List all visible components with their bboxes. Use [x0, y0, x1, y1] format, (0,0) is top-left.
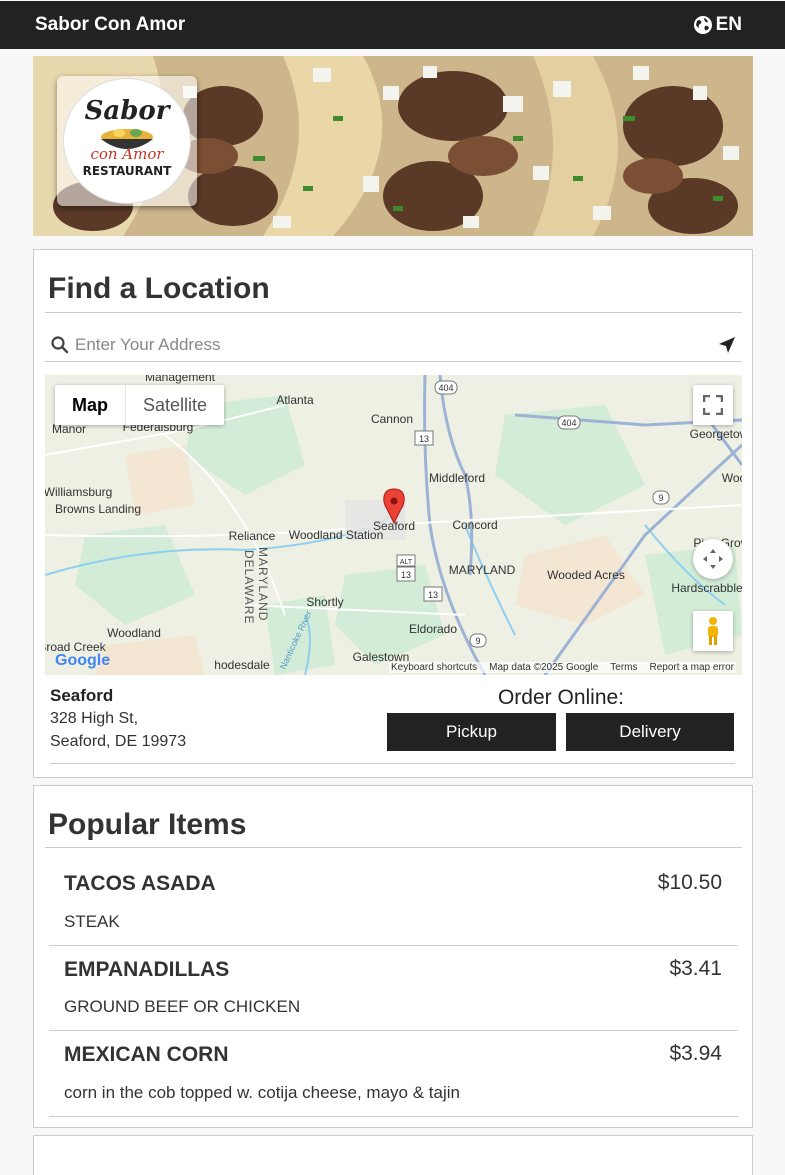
keyboard-shortcuts-link[interactable]: Keyboard shortcuts	[391, 662, 477, 673]
address-line-1: 328 High St,	[50, 710, 139, 727]
divider	[50, 763, 735, 764]
route-shield: 9	[475, 636, 480, 646]
next-card	[33, 1135, 753, 1175]
map-label: Wooded Acres	[547, 568, 625, 582]
map-label: Georgetow	[690, 427, 742, 441]
item-name: EMPANADILLAS	[64, 958, 230, 981]
find-location-title: Find a Location	[48, 272, 270, 305]
fullscreen-icon	[703, 395, 723, 415]
map-label: Browns Landing	[55, 502, 141, 516]
address-search	[45, 328, 742, 362]
address-line-2: Seaford, DE 19973	[50, 733, 187, 750]
top-navbar: Sabor Con Amor EN	[0, 1, 785, 49]
map-label: Eldorado	[409, 622, 457, 636]
map-type-control: Map Satellite	[55, 385, 225, 425]
map-label: MARYLAND	[256, 547, 270, 621]
google-logo[interactable]: Google	[55, 652, 110, 670]
brand-name[interactable]: Sabor Con Amor	[35, 14, 185, 36]
map-label: hodesdale	[214, 658, 270, 672]
divider	[45, 312, 742, 313]
route-shield: 13	[419, 434, 429, 444]
route-shield: 404	[561, 418, 576, 428]
terms-link[interactable]: Terms	[610, 662, 637, 673]
search-icon	[51, 335, 69, 353]
hero-banner: Sabor con Amor RESTAURANT	[33, 56, 753, 236]
map-label: DELAWARE	[242, 550, 256, 624]
map-label: MARYLAND	[449, 563, 516, 577]
route-shield: 13	[428, 590, 438, 600]
logo-emblem: Sabor con Amor RESTAURANT	[83, 96, 173, 178]
camera-control-button[interactable]	[693, 539, 733, 579]
language-code: EN	[715, 14, 742, 35]
route-shield: 9	[658, 493, 663, 503]
location-name: Seaford	[50, 686, 114, 705]
item-name: TACOS ASADA	[64, 872, 216, 895]
route-shield: 404	[438, 383, 453, 393]
map-label: Williamsburg	[45, 485, 112, 499]
google-logo-text: Google	[55, 652, 111, 669]
map-label: Reliance	[229, 529, 276, 543]
find-location-card: Find a Location Enter Your Address Manag…	[33, 249, 753, 778]
map-label: Cannon	[371, 412, 413, 426]
map-label: Concord	[452, 518, 497, 532]
map-data-attribution: Map data ©2025 Google	[489, 662, 599, 673]
pan-arrows-icon	[703, 549, 723, 569]
address-input[interactable]	[75, 334, 718, 355]
locate-arrow-icon[interactable]	[718, 336, 736, 354]
map-label: Middleford	[429, 471, 485, 485]
popular-items-title: Popular Items	[48, 808, 247, 841]
item-price: $10.50	[657, 871, 722, 894]
map-label: Atlanta	[276, 393, 314, 407]
popular-items-card: Popular Items TACOS ASADA $10.50 STEAK E…	[33, 785, 753, 1128]
logo-card[interactable]: Sabor con Amor RESTAURANT	[57, 76, 197, 206]
restaurant-logo: Sabor con Amor RESTAURANT	[63, 78, 191, 204]
item-description: GROUND BEEF OR CHICKEN	[64, 997, 301, 1016]
logo-sub: RESTAURANT	[83, 164, 173, 178]
street-view-pegman-button[interactable]	[693, 611, 733, 651]
delivery-button[interactable]: Delivery	[566, 713, 734, 751]
globe-icon	[693, 16, 712, 34]
map-label: Woodland	[107, 626, 161, 640]
item-name: MEXICAN CORN	[64, 1043, 229, 1066]
route-shield: 13	[401, 570, 411, 580]
map-label: Woodland Station	[289, 528, 384, 542]
route-shield: ALT	[400, 559, 413, 566]
menu-item[interactable]: EMPANADILLAS $3.41 GROUND BEEF OR CHICKE…	[49, 946, 738, 1031]
menu-item[interactable]: TACOS ASADA $10.50 STEAK	[49, 860, 738, 946]
item-price: $3.94	[669, 1042, 722, 1065]
map-label: Shortly	[306, 595, 343, 609]
report-map-error-link[interactable]: Report a map error	[650, 662, 734, 673]
pegman-icon	[708, 617, 718, 645]
fullscreen-button[interactable]	[693, 385, 733, 425]
logo-script: con Amor	[90, 145, 164, 163]
pickup-button[interactable]: Pickup	[387, 713, 556, 751]
item-price: $3.41	[669, 957, 722, 980]
map-type-satellite-button[interactable]: Satellite	[126, 385, 224, 425]
map-label: Management	[145, 375, 216, 384]
item-description: STEAK	[64, 912, 120, 931]
item-description: corn in the cob topped w. cotija cheese,…	[64, 1083, 460, 1102]
menu-item[interactable]: MEXICAN CORN $3.94 corn in the cob toppe…	[49, 1031, 738, 1117]
divider	[45, 847, 742, 848]
map-label: Hardscrabble	[671, 581, 742, 595]
location-map[interactable]: Management Atlanta Cannon Manor Federals…	[45, 375, 742, 675]
map-label: Woo	[722, 471, 742, 485]
map-type-map-button[interactable]: Map	[55, 385, 126, 425]
order-online-label: Order Online:	[497, 686, 625, 709]
language-selector[interactable]: EN	[693, 14, 742, 36]
map-footer: Keyboard shortcuts Map data ©2025 Google…	[388, 662, 736, 673]
logo-text: Sabor	[85, 96, 172, 126]
